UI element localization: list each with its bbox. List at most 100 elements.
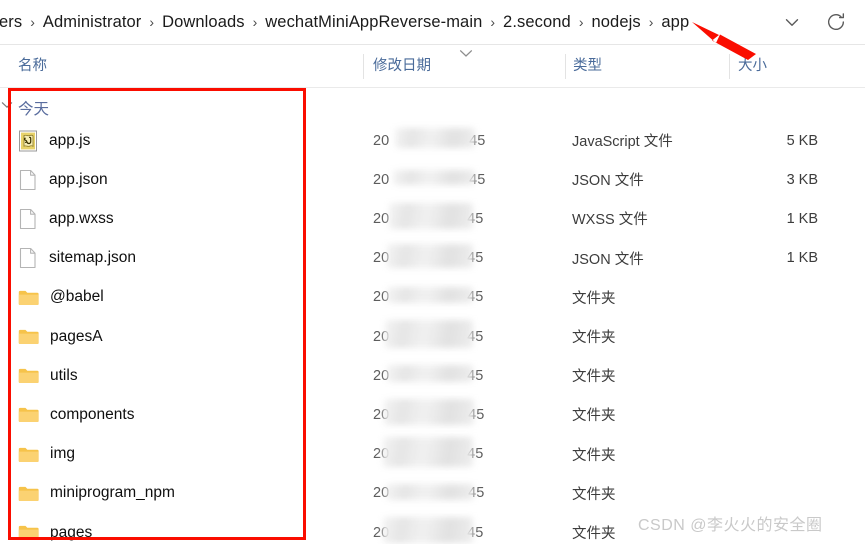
file-type-label: WXSS 文件 xyxy=(572,212,648,229)
file-name-cell[interactable]: app.js xyxy=(18,121,90,160)
breadcrumb-separator: › xyxy=(252,14,258,30)
file-size-cell xyxy=(740,474,818,513)
file-size-cell: 3 KB xyxy=(740,160,818,199)
file-type-cell: 文件夹 xyxy=(572,317,616,356)
sort-chevron-down-icon[interactable] xyxy=(459,49,473,58)
redaction-blur xyxy=(387,365,473,383)
file-type-label: 文件夹 xyxy=(572,290,616,307)
file-group-header[interactable]: 今天 xyxy=(0,88,865,121)
file-date-prefix: 20 xyxy=(373,171,390,188)
file-size-cell: 5 KB xyxy=(740,121,818,160)
file-type-cell: JSON 文件 xyxy=(572,239,644,278)
file-name-cell[interactable]: utils xyxy=(18,356,78,395)
file-name-label: utils xyxy=(50,366,78,384)
file-list[interactable]: 今天 app.js 20 45 JavaScript 文件 5 KB app.json 20 4… xyxy=(0,88,865,544)
file-date-cell: 20 45 xyxy=(373,356,483,395)
breadcrumb-item-wechatminiappreverse-main[interactable]: wechatMiniAppReverse-main xyxy=(262,11,485,34)
file-date-prefix: 20 xyxy=(373,132,390,149)
file-date-cell: 20 45 xyxy=(373,239,483,278)
file-name-cell[interactable]: miniprogram_npm xyxy=(18,474,175,513)
file-list-row[interactable]: pagesA 20 45 文件夹 xyxy=(0,317,865,356)
file-name-cell[interactable]: components xyxy=(18,395,134,434)
redaction-blur xyxy=(395,128,475,148)
breadcrumb-item-app[interactable]: app xyxy=(658,11,692,34)
breadcrumb-item-administrator[interactable]: Administrator xyxy=(40,11,145,34)
file-type-label: 文件夹 xyxy=(572,369,616,386)
breadcrumb-separator: › xyxy=(578,14,584,30)
column-header-type-label: 类型 xyxy=(573,58,602,75)
file-name-label: pagesA xyxy=(50,327,103,345)
file-name-label: @babel xyxy=(50,288,104,306)
file-size-cell xyxy=(740,435,818,474)
file-name-cell[interactable]: pagesA xyxy=(18,317,103,356)
file-list-row[interactable]: components 20 45 文件夹 xyxy=(0,395,865,434)
file-date-cell: 20 45 xyxy=(373,199,483,238)
breadcrumb-item-ers[interactable]: ers xyxy=(0,11,25,34)
file-list-row[interactable]: utils 20 45 文件夹 xyxy=(0,356,865,395)
redaction-blur xyxy=(383,436,473,467)
file-list-row[interactable]: miniprogram_npm 20 45 文件夹 xyxy=(0,474,865,513)
file-name-label: img xyxy=(50,445,75,463)
file-name-label: sitemap.json xyxy=(49,249,137,267)
folder-icon xyxy=(18,290,39,305)
file-date-cell: 20 45 xyxy=(373,474,484,513)
column-divider-2[interactable] xyxy=(565,54,566,79)
redaction-blur xyxy=(393,170,475,186)
file-name-cell[interactable]: pages xyxy=(18,513,92,544)
file-name-cell[interactable]: @babel xyxy=(18,278,104,317)
breadcrumb-item-downloads[interactable]: Downloads xyxy=(159,11,248,34)
file-date-cell: 20 45 xyxy=(373,160,485,199)
column-divider-1[interactable] xyxy=(363,54,364,79)
chevron-down-icon[interactable] xyxy=(781,11,803,33)
file-name-cell[interactable]: sitemap.json xyxy=(18,239,136,278)
column-header-date-label: 修改日期 xyxy=(373,58,431,75)
file-type-cell: JavaScript 文件 xyxy=(572,121,673,160)
file-name-label: app.json xyxy=(49,170,108,188)
file-name-label: app.wxss xyxy=(49,209,114,227)
file-name-cell[interactable]: img xyxy=(18,435,75,474)
file-date-cell: 20 45 xyxy=(373,121,485,160)
breadcrumb-separator: › xyxy=(648,14,654,30)
file-type-cell: 文件夹 xyxy=(572,278,616,317)
redaction-blur xyxy=(385,320,473,348)
file-name-cell[interactable]: app.json xyxy=(18,160,108,199)
file-type-label: JavaScript 文件 xyxy=(572,134,673,150)
file-size-label: 3 KB xyxy=(786,171,818,188)
chevron-down-icon[interactable] xyxy=(1,101,13,109)
file-size-cell: 1 KB xyxy=(740,199,818,238)
file-type-cell: 文件夹 xyxy=(572,395,616,434)
file-size-label: 1 KB xyxy=(786,250,818,267)
refresh-icon[interactable] xyxy=(825,11,847,33)
file-group-label: 今天 xyxy=(18,101,50,118)
file-date-cell: 20 45 xyxy=(373,317,483,356)
file-size-cell xyxy=(740,317,818,356)
breadcrumb-separator: › xyxy=(30,14,35,30)
file-type-cell: JSON 文件 xyxy=(572,160,644,199)
breadcrumb-item-nodejs[interactable]: nodejs xyxy=(589,11,644,34)
redaction-blur xyxy=(383,517,473,543)
file-name-label: app.js xyxy=(49,131,91,149)
breadcrumb[interactable]: ers › Administrator › Downloads › wechatMiniAp… xyxy=(0,0,781,44)
column-header-date[interactable]: 修改日期 xyxy=(373,45,431,88)
file-list-row[interactable]: app.json 20 45 JSON 文件 3 KB xyxy=(0,160,865,199)
breadcrumb-separator: › xyxy=(490,14,496,30)
breadcrumb-separator: › xyxy=(149,14,155,30)
file-list-row[interactable]: @babel 20 45 文件夹 xyxy=(0,278,865,317)
file-name-cell[interactable]: app.wxss xyxy=(18,199,114,238)
column-header-name[interactable]: 名称 xyxy=(18,45,47,88)
file-list-row[interactable]: app.js 20 45 JavaScript 文件 5 KB xyxy=(0,121,865,160)
file-type-label: 文件夹 xyxy=(572,526,616,542)
column-header-type[interactable]: 类型 xyxy=(573,45,602,88)
file-list-row[interactable]: app.wxss 20 45 WXSS 文件 1 KB xyxy=(0,199,865,238)
column-header-size[interactable]: 大小 xyxy=(738,45,767,88)
generic-file-icon xyxy=(19,208,36,229)
file-date-prefix: 20 xyxy=(373,210,390,227)
column-header-name-label: 名称 xyxy=(18,58,47,75)
file-list-row[interactable]: img 20 45 文件夹 xyxy=(0,435,865,474)
file-list-row[interactable]: sitemap.json 20 45 JSON 文件 1 KB xyxy=(0,239,865,278)
column-divider-3[interactable] xyxy=(729,54,730,79)
redaction-blur xyxy=(387,286,473,303)
folder-icon xyxy=(18,329,39,344)
file-type-cell: 文件夹 xyxy=(572,435,616,474)
breadcrumb-item-2-second[interactable]: 2.second xyxy=(500,11,574,34)
